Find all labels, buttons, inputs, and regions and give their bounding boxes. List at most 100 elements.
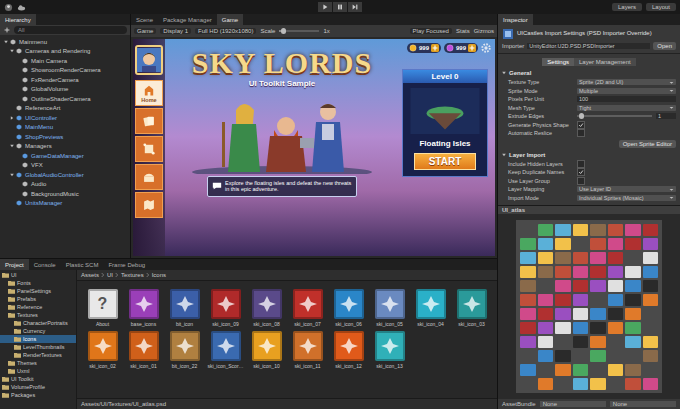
account-icon[interactable] [4,3,13,12]
property-checkbox[interactable] [577,129,585,137]
folder-item[interactable]: Themes [0,359,76,367]
folder-item[interactable]: Reference [0,303,76,311]
folder-item[interactable]: Prefabs [0,295,76,303]
hierarchy-item[interactable]: ReferenceArt [0,104,130,114]
mode-dropdown[interactable]: Game [134,28,156,34]
asset-tile[interactable]: ski_icon_09 [206,289,245,327]
folder-item[interactable]: Icons [0,335,76,343]
hierarchy-search[interactable]: All [14,26,127,34]
hierarchy-item[interactable]: Managers [0,142,130,152]
importer-dropdown[interactable]: UnityEditor.U2D.PSD.PSDImporter [527,43,650,49]
cloud-icon[interactable] [17,3,26,12]
inspector-tab[interactable]: Inspector [498,14,533,25]
hierarchy-item[interactable]: Audio [0,180,130,190]
asset-tile[interactable]: ski_icon_10 [247,331,286,369]
asset-tile[interactable]: ski_icon_07 [288,289,327,327]
hierarchy-item[interactable]: MainMenu [0,123,130,133]
folder-item[interactable]: CharacterPortraits [0,319,76,327]
layers-dropdown[interactable]: Layers [612,3,642,11]
general-section[interactable]: General [498,68,680,78]
game-nav-item[interactable]: Home [135,80,163,106]
asset-tile[interactable]: ski_icon_03 [452,289,491,327]
asset-tile[interactable]: ski_icon_02 [83,331,122,369]
add-icon[interactable] [3,26,11,34]
folder-item[interactable]: VolumeProfile [0,383,76,391]
hierarchy-item[interactable]: VFX [0,161,130,171]
slider-value[interactable]: 1 [656,113,676,119]
foldout-arrow-icon[interactable] [9,115,15,121]
folder-item[interactable]: Packages [0,391,76,399]
asset-tile[interactable]: bit_icon [165,289,204,327]
asset-tile[interactable]: ski_icon_05 [370,289,409,327]
open-sprite-editor-button[interactable]: Open Sprite Editor [619,140,676,148]
breadcrumb-item[interactable]: Icons [152,272,166,278]
breadcrumb-item[interactable]: Assets [81,272,99,278]
play-button[interactable] [318,2,332,12]
asset-tile[interactable]: ski_icon_08 [247,289,286,327]
step-button[interactable] [348,2,362,12]
hierarchy-item[interactable]: Mainmenu [0,37,130,47]
hierarchy-item[interactable]: BackgroundMusic [0,189,130,199]
layer-import-section[interactable]: Layer Import [498,150,680,160]
asset-tile[interactable]: ski_icon_04 [411,289,450,327]
gizmos-button[interactable]: Gizmos [474,28,494,34]
asset-tile[interactable]: ski_icon_06 [329,289,368,327]
view-tab[interactable]: Scene [131,14,158,25]
asset-tile[interactable]: ?About [83,289,122,327]
start-button[interactable]: START [414,153,477,170]
folder-item[interactable]: Uxml [0,367,76,375]
property-checkbox[interactable] [577,160,585,168]
folder-item[interactable]: UI Toolkit [0,375,76,383]
breadcrumb-item[interactable]: UI [107,272,113,278]
game-nav-item[interactable] [135,192,163,218]
property-checkbox[interactable] [577,121,585,129]
property-input[interactable]: 100 [577,96,676,102]
scale-slider[interactable] [279,30,319,32]
view-tab[interactable]: Game [217,14,243,25]
pause-button[interactable] [333,2,347,12]
resolution-dropdown[interactable]: Full HD (1920x1080) [195,28,256,34]
foldout-arrow-icon[interactable] [9,48,15,54]
foldout-arrow-icon[interactable] [9,172,15,178]
asset-tile[interactable]: ski_icon_Scor… [206,331,245,369]
hierarchy-item[interactable]: ShowroomRenderCamera [0,66,130,76]
breadcrumb-item[interactable]: Textures [121,272,144,278]
foldout-arrow-icon[interactable] [9,143,15,149]
hierarchy-item[interactable]: UIController [0,113,130,123]
asset-tile[interactable]: bit_icon_22 [165,331,204,369]
hierarchy-item[interactable]: FxRenderCamera [0,75,130,85]
property-dropdown[interactable]: Sprite (2D and UI) [577,79,676,85]
property-checkbox[interactable] [577,168,585,176]
folder-item[interactable]: RenderTextures [0,351,76,359]
game-nav-item[interactable] [135,136,163,162]
player-avatar[interactable] [135,45,163,75]
project-tab[interactable]: Plastic SCM [61,259,104,270]
stats-button[interactable]: Stats [456,28,470,34]
asset-variant-dropdown[interactable]: None [610,401,676,407]
hierarchy-item[interactable]: OutlineShaderCamera [0,94,130,104]
hierarchy-item[interactable]: GlobalVolume [0,85,130,95]
display-dropdown[interactable]: Display 1 [160,28,191,34]
asset-bundle-dropdown[interactable]: None [540,401,606,407]
property-dropdown[interactable]: Multiple [577,88,676,94]
asset-tile[interactable]: ski_icon_01 [124,331,163,369]
play-mode-dropdown[interactable]: Play Focused [410,28,452,34]
game-nav-item[interactable] [135,108,163,134]
project-tab[interactable]: Console [29,259,61,270]
asset-tile[interactable]: ski_icon_12 [329,331,368,369]
project-tab[interactable]: Frame Debug [103,259,150,270]
view-tab[interactable]: Package Manager [158,14,217,25]
folder-item[interactable]: Textures [0,311,76,319]
property-checkbox[interactable] [577,177,585,185]
hierarchy-item[interactable]: Cameras and Rendering [0,47,130,57]
add-currency-icon[interactable] [431,44,439,52]
game-nav-item[interactable] [135,164,163,190]
hierarchy-item[interactable]: ShopPreviews [0,132,130,142]
folder-item[interactable]: Currency [0,327,76,335]
layout-dropdown[interactable]: Layout [646,3,676,11]
add-currency-icon[interactable] [468,44,476,52]
open-button[interactable]: Open [653,42,676,50]
property-dropdown[interactable]: Tight [577,105,676,111]
hierarchy-tab[interactable]: Hierarchy [0,14,36,25]
project-tab[interactable]: Project [0,259,29,270]
